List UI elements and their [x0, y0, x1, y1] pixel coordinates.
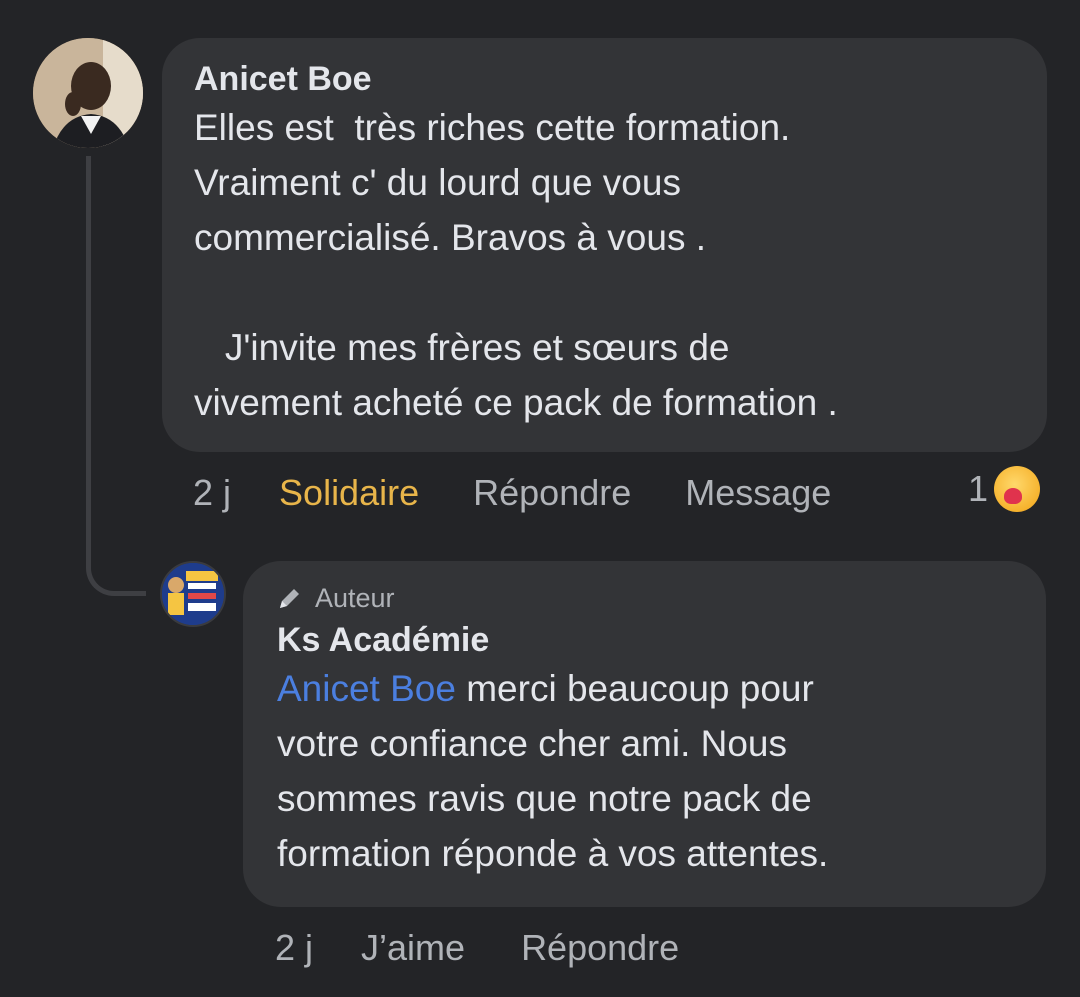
- reply-button[interactable]: Répondre: [521, 927, 679, 969]
- comment-timestamp[interactable]: 2 j: [193, 472, 231, 514]
- care-emoji-icon: [994, 466, 1041, 512]
- reaction-summary[interactable]: 1: [968, 466, 1041, 512]
- reply-timestamp[interactable]: 2 j: [275, 927, 313, 969]
- comment-actions: 2 j Solidaire Répondre Message: [193, 468, 831, 518]
- comment-text: Elles est très riches cette formation. V…: [194, 107, 838, 423]
- thread-connector-line: [86, 156, 146, 596]
- reply-actions: 2 j J’aime Répondre: [275, 923, 679, 973]
- reply-author-name[interactable]: Ks Académie: [277, 619, 1012, 661]
- author-badge-label: Auteur: [315, 583, 395, 613]
- reply-text-block: Anicet Boe merci beaucoup pour votre con…: [277, 661, 1012, 881]
- comment-author-name[interactable]: Anicet Boe: [194, 58, 1015, 100]
- message-button[interactable]: Message: [685, 472, 831, 514]
- author-badge: Auteur: [277, 581, 1012, 615]
- pencil-icon: [280, 589, 299, 608]
- solidaire-button[interactable]: Solidaire: [279, 472, 419, 514]
- mention-link[interactable]: Anicet Boe: [277, 668, 456, 709]
- comment-bubble: Anicet Boe Elles est très riches cette f…: [162, 38, 1047, 452]
- page-logo-icon: [162, 563, 224, 625]
- reply-button[interactable]: Répondre: [473, 472, 631, 514]
- reply-bubble: Auteur Ks Académie Anicet Boe merci beau…: [243, 561, 1046, 907]
- reaction-count: 1: [968, 468, 989, 509]
- reply-avatar[interactable]: [160, 561, 226, 627]
- profile-photo-icon: [33, 38, 143, 148]
- avatar[interactable]: [33, 38, 143, 148]
- like-button[interactable]: J’aime: [361, 927, 465, 969]
